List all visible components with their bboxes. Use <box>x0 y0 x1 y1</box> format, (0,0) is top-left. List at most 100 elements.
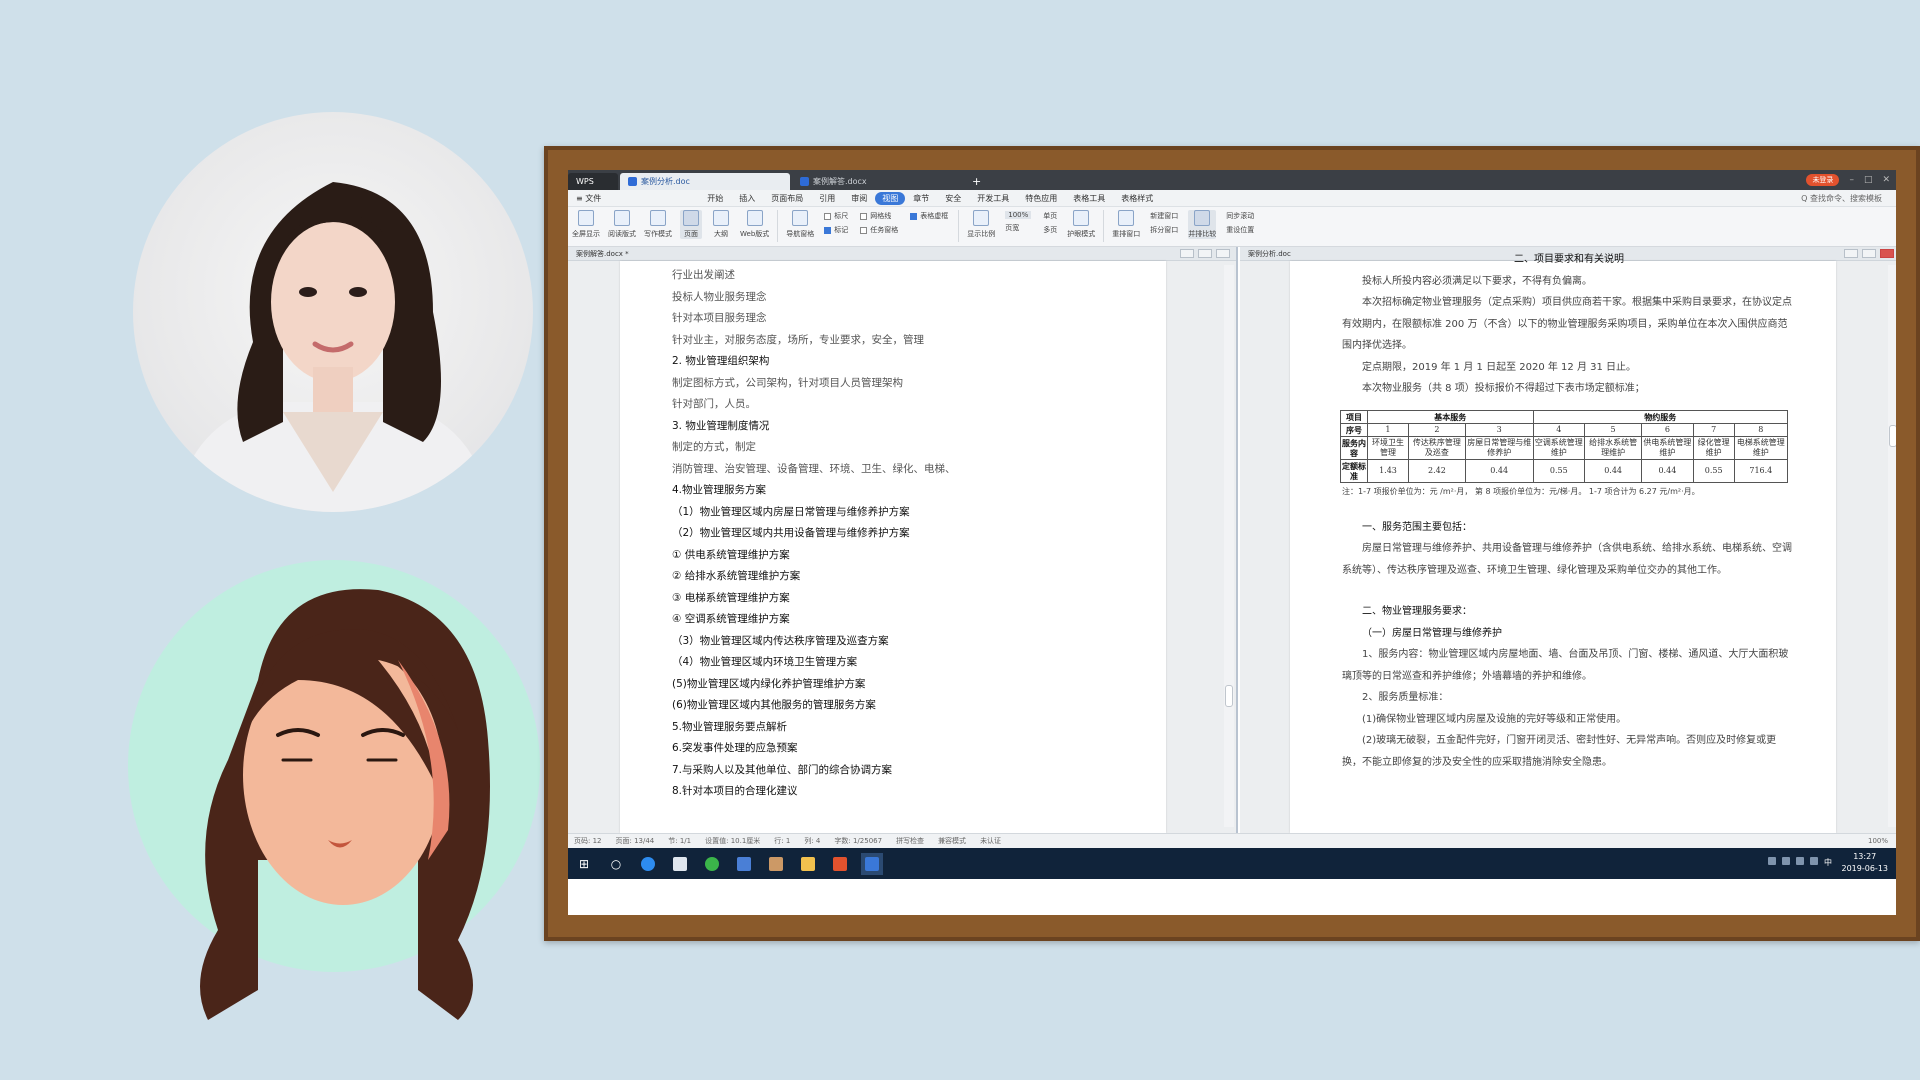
close-icon[interactable] <box>1880 249 1894 258</box>
reading-layout-button[interactable]: 阅读版式 <box>608 210 636 239</box>
table-row: 服务内容 环境卫生管理 传达秩序管理及巡查 房屋日常管理与维修养护 空调系统管理维护给… <box>1340 435 1789 460</box>
page-view-button[interactable]: 页面 <box>680 210 702 239</box>
left-document-page[interactable]: 行业出发阐述 投标人物业服务理念 针对本项目服务理念 针对业主，对服务态度，场所，专业… <box>620 261 1166 833</box>
document-line: ② 给排水系统管理维护方案 <box>672 570 801 582</box>
button-label: 全屏显示 <box>572 230 600 238</box>
zoom-ratio-button[interactable]: 显示比例 <box>967 210 995 239</box>
menu-item-features[interactable]: 特色应用 <box>1017 193 1065 204</box>
checkbox-checked-icon <box>910 212 918 220</box>
zoom-100-button[interactable]: 100% <box>1005 211 1032 219</box>
reset-position-button[interactable]: 重设位置 <box>1226 225 1254 235</box>
new-tab-button[interactable]: + <box>964 173 989 190</box>
left-scrollbar[interactable] <box>1224 265 1234 827</box>
status-spellcheck[interactable]: 拼写检查 <box>896 836 924 846</box>
book-icon <box>614 210 630 226</box>
search-circle-icon[interactable]: ○ <box>605 853 627 875</box>
browser-icon[interactable] <box>637 853 659 875</box>
marks-checkbox[interactable]: 标记 <box>824 225 848 235</box>
task-pane-checkbox[interactable]: 任务窗格 <box>860 225 898 235</box>
close-icon[interactable] <box>1216 249 1230 258</box>
sync-scroll-button[interactable]: 同步滚动 <box>1226 211 1254 221</box>
menu-item-table-style[interactable]: 表格样式 <box>1113 193 1161 204</box>
document-line: 7.与采购人以及其他单位、部门的综合协调方案 <box>672 763 893 776</box>
fullscreen-button[interactable]: 全屏显示 <box>572 210 600 239</box>
ime-indicator[interactable]: 中 <box>1824 857 1832 868</box>
subsection-heading: （一）房屋日常管理与维修养护 <box>1362 627 1502 639</box>
web-layout-button[interactable]: Web版式 <box>740 210 769 239</box>
multi-page-button[interactable]: 多页 <box>1043 225 1057 235</box>
eye-mode-button[interactable]: 护眼模式 <box>1067 210 1095 239</box>
right-document-page[interactable]: 二、项目要求和有关说明 投标人所投内容必须满足以下要求，不得有负偏离。 本次招标… <box>1290 254 1836 833</box>
menu-item-chapter[interactable]: 章节 <box>905 193 937 204</box>
menu-item-reference[interactable]: 引用 <box>811 193 843 204</box>
new-window-button[interactable]: 新建窗口 <box>1150 211 1178 221</box>
right-scrollbar[interactable] <box>1888 265 1896 827</box>
tray-icon[interactable] <box>1782 857 1790 865</box>
wechat-icon[interactable] <box>701 853 723 875</box>
menu-item-layout[interactable]: 页面布局 <box>763 193 811 204</box>
minimize-icon[interactable]: – <box>1849 175 1854 185</box>
table-gridline-checkbox[interactable]: 表格虚框 <box>910 211 948 221</box>
table-cell: 1 <box>1367 422 1409 437</box>
scroll-thumb[interactable] <box>1225 685 1233 707</box>
table-cell: 给排水系统管理维护 <box>1584 435 1643 460</box>
document-line: (6)物业管理区域内其他服务的管理服务方案 <box>672 699 876 711</box>
cartoon-avatar <box>128 560 540 1020</box>
menu-item-table-tools[interactable]: 表格工具 <box>1065 193 1113 204</box>
menu-item-dev-tools[interactable]: 开发工具 <box>969 193 1017 204</box>
tab-case-analysis[interactable]: 案例分析.doc <box>620 173 790 190</box>
outline-button[interactable]: 大纲 <box>710 210 732 239</box>
checkbox-label: 标记 <box>834 226 849 234</box>
table-cell: 供电系统管理维护 <box>1641 435 1694 460</box>
mail-icon[interactable] <box>669 853 691 875</box>
scroll-thumb[interactable] <box>1889 425 1896 447</box>
pdf-icon[interactable] <box>829 853 851 875</box>
wps-writer-icon[interactable] <box>861 852 883 875</box>
restore-icon[interactable] <box>1198 249 1212 258</box>
nav-pane-button[interactable]: 导航窗格 <box>786 210 814 239</box>
network-icon[interactable] <box>1796 857 1804 865</box>
rearrange-window-button[interactable]: 重排窗口 <box>1112 210 1140 239</box>
document-line: ④ 空调系统管理维护方案 <box>672 613 790 625</box>
menu-item-security[interactable]: 安全 <box>937 193 969 204</box>
ruler-checkbox[interactable]: 标尺 <box>824 211 848 221</box>
command-search[interactable]: Q 查找命令、搜索模板 <box>1801 193 1896 204</box>
tab-case-answer[interactable]: 案例解答.docx <box>792 173 962 190</box>
menu-item-view[interactable]: 视图 <box>875 191 906 205</box>
minimize-icon[interactable] <box>1844 249 1858 258</box>
app-icon[interactable] <box>733 853 755 875</box>
status-certification[interactable]: 未认证 <box>980 836 1001 846</box>
restore-icon[interactable] <box>1862 249 1876 258</box>
windows-start-icon[interactable]: ⊞ <box>573 853 595 875</box>
button-label: Web版式 <box>740 230 770 238</box>
status-section: 节: 1/1 <box>668 837 692 845</box>
menu-item-insert[interactable]: 插入 <box>731 193 763 204</box>
table-cell: 电梯系统管理维护 <box>1733 435 1789 460</box>
paragraph: 本次物业服务（共 8 项）投标报价不得超过下表市场定额标准； <box>1362 383 1645 394</box>
tray-icon[interactable] <box>1768 857 1776 865</box>
menu-item-home[interactable]: 开始 <box>699 193 731 204</box>
single-page-button[interactable]: 单页 <box>1043 211 1057 221</box>
side-by-side-button[interactable]: 并排比较 <box>1188 210 1217 239</box>
close-icon[interactable]: ✕ <box>1882 175 1890 185</box>
split-window-button[interactable]: 拆分窗口 <box>1150 225 1178 235</box>
view-checkboxes-2: 网格线 任务窗格 <box>860 211 898 235</box>
clock-date: 2019-06-13 <box>1841 864 1889 873</box>
folder-icon[interactable] <box>797 853 819 875</box>
clock[interactable]: 13:27 2019-06-13 <box>1842 851 1889 875</box>
app-icon[interactable] <box>765 853 787 875</box>
status-wordcount[interactable]: 字数: 1/25067 <box>834 836 882 846</box>
volume-icon[interactable] <box>1810 857 1818 865</box>
paragraph: 房屋日常管理与维修养护、共用设备管理与维修养护（含供电系统、给排水系统、电梯系统… <box>1342 543 1792 576</box>
gridline-checkbox[interactable]: 网格线 <box>860 211 898 221</box>
maximize-icon[interactable]: □ <box>1864 175 1873 185</box>
writing-mode-button[interactable]: 写作模式 <box>644 210 672 239</box>
login-button[interactable]: 未登录 <box>1806 174 1840 186</box>
status-zoom[interactable]: 100% <box>1868 837 1888 845</box>
file-menu[interactable]: ≡ 文件 <box>568 193 609 204</box>
wps-home-tab[interactable]: WPS <box>568 173 618 190</box>
status-bar: 页码: 12 页面: 13/44 节: 1/1 设置值: 10.1厘米 行: 1… <box>568 833 1896 848</box>
menu-item-review[interactable]: 审阅 <box>843 193 875 204</box>
page-width-button[interactable]: 页宽 <box>1005 223 1031 233</box>
minimize-icon[interactable] <box>1180 249 1194 258</box>
